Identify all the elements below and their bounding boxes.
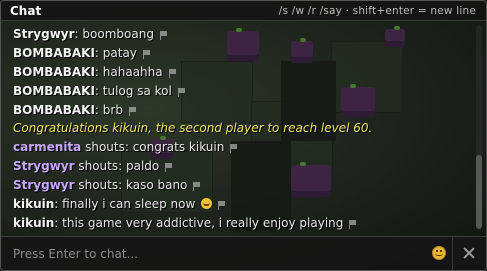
chat-message: BOMBABAKI: hahaahha — [13, 63, 453, 82]
flag-icon[interactable] — [177, 87, 185, 97]
player-name[interactable]: BOMBABAKI — [13, 84, 95, 98]
message-text: : finally i can sleep now — [54, 197, 196, 212]
player-name[interactable]: BOMBABAKI — [13, 46, 95, 60]
chat-input-bar — [1, 236, 486, 270]
flag-icon[interactable] — [128, 106, 136, 116]
message-text: shouts: kaso bano — [74, 178, 188, 193]
flag-icon[interactable] — [168, 68, 176, 78]
chat-message: BOMBABAKI: patay — [13, 44, 453, 63]
flag-icon[interactable] — [218, 201, 226, 211]
chat-message: kikuin: this game very addictive, i real… — [13, 214, 453, 233]
close-icon[interactable] — [461, 245, 477, 261]
player-name[interactable]: BOMBABAKI — [13, 65, 95, 79]
flag-icon[interactable] — [193, 182, 201, 192]
message-text: shouts: paldo — [74, 159, 160, 174]
chat-title: Chat — [10, 4, 42, 18]
flag-icon[interactable] — [230, 144, 238, 154]
laughing-emoji-icon — [201, 198, 213, 210]
chat-input[interactable] — [1, 237, 453, 270]
shout-message: carmenita shouts: congrats kikuin — [13, 138, 453, 157]
chat-message-list: Strygwyr: boomboang BOMBABAKI: patay BOM… — [13, 25, 453, 233]
message-text: shouts: congrats kikuin — [81, 140, 225, 155]
chat-title-bar[interactable]: Chat /s /w /r /say · shift+enter = new l… — [1, 1, 486, 21]
player-name[interactable]: BOMBABAKI — [13, 103, 95, 117]
player-name[interactable]: Strygwyr — [13, 27, 75, 41]
player-name[interactable]: kikuin — [13, 216, 54, 230]
chat-scrollbar[interactable] — [476, 25, 482, 229]
scrollbar-thumb[interactable] — [476, 155, 482, 229]
player-name[interactable]: carmenita — [13, 140, 81, 154]
message-text: : brb — [94, 102, 123, 117]
message-text: : patay — [94, 45, 137, 60]
chat-window: Chat /s /w /r /say · shift+enter = new l… — [0, 0, 487, 271]
message-text: : tulog sa kol — [94, 83, 172, 98]
flag-icon[interactable] — [349, 219, 357, 229]
player-name[interactable]: Strygwyr — [13, 159, 75, 173]
smiley-icon[interactable] — [432, 246, 446, 260]
flag-icon[interactable] — [165, 163, 173, 173]
message-text: : boomboang — [74, 27, 154, 41]
player-name[interactable]: kikuin — [13, 197, 54, 211]
shout-message: Strygwyr shouts: kaso bano — [13, 176, 453, 195]
message-text: : this game very addictive, i really enj… — [54, 215, 344, 230]
chat-commands-hint: /s /w /r /say · shift+enter = new line — [278, 5, 476, 17]
system-announcement-text: Congratulations kikuin, the second playe… — [13, 121, 373, 136]
chat-message: BOMBABAKI: tulog sa kol — [13, 82, 453, 101]
flag-icon[interactable] — [159, 31, 167, 40]
system-message: Congratulations kikuin, the second playe… — [13, 119, 453, 138]
message-text: : hahaahha — [94, 64, 163, 79]
shout-message: Strygwyr shouts: paldo — [13, 157, 453, 176]
flag-icon[interactable] — [142, 49, 150, 59]
chat-message: kikuin: finally i can sleep now — [13, 195, 453, 214]
chat-message: BOMBABAKI: brb — [13, 101, 453, 120]
chat-message: Strygwyr: boomboang — [13, 25, 453, 44]
player-name[interactable]: Strygwyr — [13, 178, 75, 192]
